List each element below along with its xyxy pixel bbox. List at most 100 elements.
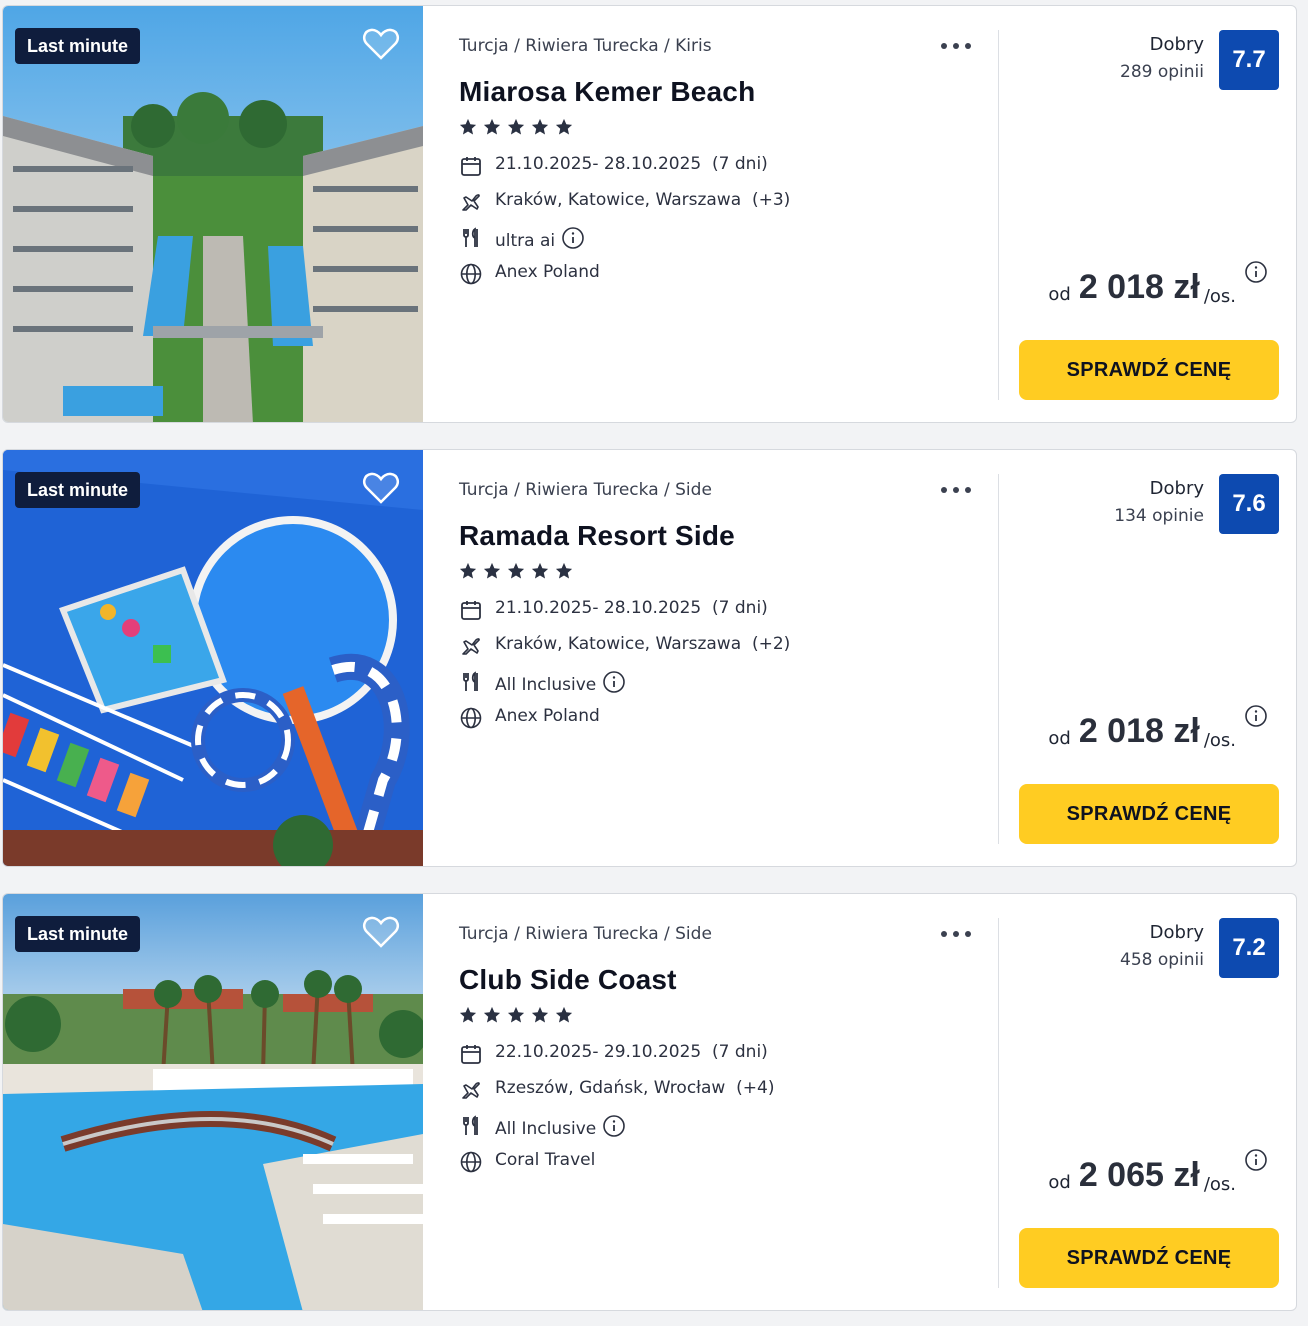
board-text: All Inclusive [495, 675, 597, 695]
operator-text: Anex Poland [495, 706, 600, 726]
price-prefix: od [1048, 728, 1071, 749]
calendar-icon [461, 157, 481, 176]
plane-icon [462, 1082, 480, 1099]
duration-text: (7 dni) [712, 154, 768, 174]
star-icon [459, 118, 477, 135]
star-icon [508, 562, 525, 579]
price-amount: 2 018 zł [1078, 268, 1200, 306]
price-prefix: od [1048, 284, 1071, 305]
plane-icon [462, 638, 480, 655]
cutlery-icon [463, 671, 478, 691]
price-amount: 2 065 zł [1078, 1156, 1200, 1194]
globe-icon [460, 263, 482, 285]
board-text: All Inclusive [495, 1119, 597, 1139]
star-icon [508, 118, 525, 135]
rating-label: Dobry [1149, 922, 1204, 943]
info-icon[interactable] [1244, 704, 1268, 728]
more-dots-icon[interactable] [939, 34, 973, 58]
divider [998, 30, 999, 400]
offer-card[interactable]: Last minute Turcja / Riwiera Turecka / K… [2, 5, 1297, 423]
airports-more[interactable]: (+3) [752, 190, 790, 210]
more-dots-icon[interactable] [939, 478, 973, 502]
offer-card[interactable]: Last minute Turcja / Riwiera Turecka / S… [2, 893, 1297, 1311]
dates-text: 21.10.2025- 28.10.2025 [495, 154, 702, 174]
price-suffix: /os. [1203, 286, 1236, 307]
star-icon [532, 118, 549, 135]
info-icon[interactable] [602, 670, 626, 694]
price-prefix: od [1048, 1172, 1071, 1193]
last-minute-badge: Last minute [15, 472, 141, 508]
check-price-button[interactable]: SPRAWDŹ CENĘ [1019, 1228, 1279, 1288]
info-icon[interactable] [1244, 1148, 1268, 1172]
calendar-icon [461, 601, 481, 620]
star-icon [556, 1006, 573, 1023]
heart-icon[interactable] [361, 468, 401, 508]
rating-score-badge: 7.2 [1219, 918, 1279, 978]
plane-icon [462, 194, 480, 211]
star-icon [556, 118, 573, 135]
hotel-photo[interactable]: Last minute [3, 450, 423, 866]
last-minute-badge: Last minute [15, 28, 141, 64]
star-icon [532, 562, 549, 579]
hotel-name[interactable]: Miarosa Kemer Beach [459, 76, 755, 108]
operator-text: Coral Travel [495, 1150, 596, 1170]
price-suffix: /os. [1203, 730, 1236, 751]
airports-text: Rzeszów, Gdańsk, Wrocław [495, 1078, 726, 1098]
review-count[interactable]: 134 opinie [1114, 506, 1204, 526]
rating-label: Dobry [1149, 34, 1204, 55]
heart-icon[interactable] [361, 24, 401, 64]
offer-info: Turcja / Riwiera Turecka / Side Club Sid… [459, 894, 999, 1310]
price-block: od 2 065 zł/os. [1048, 1149, 1267, 1195]
hotel-photo[interactable]: Last minute [3, 894, 423, 1310]
more-dots-icon[interactable] [939, 922, 973, 946]
cutlery-icon [463, 227, 478, 247]
info-icon[interactable] [561, 226, 585, 250]
rating-score-badge: 7.7 [1219, 30, 1279, 90]
divider [998, 474, 999, 844]
last-minute-badge: Last minute [15, 916, 141, 952]
price-amount: 2 018 zł [1078, 712, 1200, 750]
globe-icon [460, 707, 482, 729]
star-icon [483, 118, 501, 135]
dates-text: 22.10.2025- 29.10.2025 [495, 1042, 702, 1062]
info-icon[interactable] [1244, 260, 1268, 284]
star-icon [459, 1006, 477, 1023]
hotel-name[interactable]: Ramada Resort Side [459, 520, 735, 552]
airports-more[interactable]: (+4) [736, 1078, 774, 1098]
review-count[interactable]: 289 opinii [1120, 62, 1204, 82]
rating-score-badge: 7.6 [1219, 474, 1279, 534]
hotel-name[interactable]: Club Side Coast [459, 964, 677, 996]
heart-icon[interactable] [361, 912, 401, 952]
globe-icon [460, 1151, 482, 1173]
location-breadcrumb[interactable]: Turcja / Riwiera Turecka / Side [459, 924, 712, 944]
dates-text: 21.10.2025- 28.10.2025 [495, 598, 702, 618]
star-rating [459, 1006, 574, 1024]
duration-text: (7 dni) [712, 598, 768, 618]
hotel-photo[interactable]: Last minute [3, 6, 423, 422]
duration-text: (7 dni) [712, 1042, 768, 1062]
offer-info: Turcja / Riwiera Turecka / Side Ramada R… [459, 450, 999, 866]
star-rating [459, 118, 574, 136]
offer-card[interactable]: Last minute Turcja / Riwiera Turecka / S… [2, 449, 1297, 867]
board-text: ultra ai [495, 231, 556, 251]
check-price-button[interactable]: SPRAWDŹ CENĘ [1019, 784, 1279, 844]
check-price-button[interactable]: SPRAWDŹ CENĘ [1019, 340, 1279, 400]
location-breadcrumb[interactable]: Turcja / Riwiera Turecka / Side [459, 480, 712, 500]
airports-text: Kraków, Katowice, Warszawa [495, 190, 742, 210]
price-block: od 2 018 zł/os. [1048, 705, 1267, 751]
info-icon[interactable] [602, 1114, 626, 1138]
rating-label: Dobry [1149, 478, 1204, 499]
star-icon [483, 1006, 501, 1023]
calendar-icon [461, 1045, 481, 1064]
price-suffix: /os. [1203, 1174, 1236, 1195]
star-icon [556, 562, 573, 579]
star-icon [532, 1006, 549, 1023]
airports-more[interactable]: (+2) [752, 634, 790, 654]
operator-text: Anex Poland [495, 262, 600, 282]
review-count[interactable]: 458 opinii [1120, 950, 1204, 970]
price-block: od 2 018 zł/os. [1048, 261, 1267, 307]
location-breadcrumb[interactable]: Turcja / Riwiera Turecka / Kiris [459, 36, 712, 56]
divider [998, 918, 999, 1288]
airports-text: Kraków, Katowice, Warszawa [495, 634, 742, 654]
star-icon [483, 562, 501, 579]
